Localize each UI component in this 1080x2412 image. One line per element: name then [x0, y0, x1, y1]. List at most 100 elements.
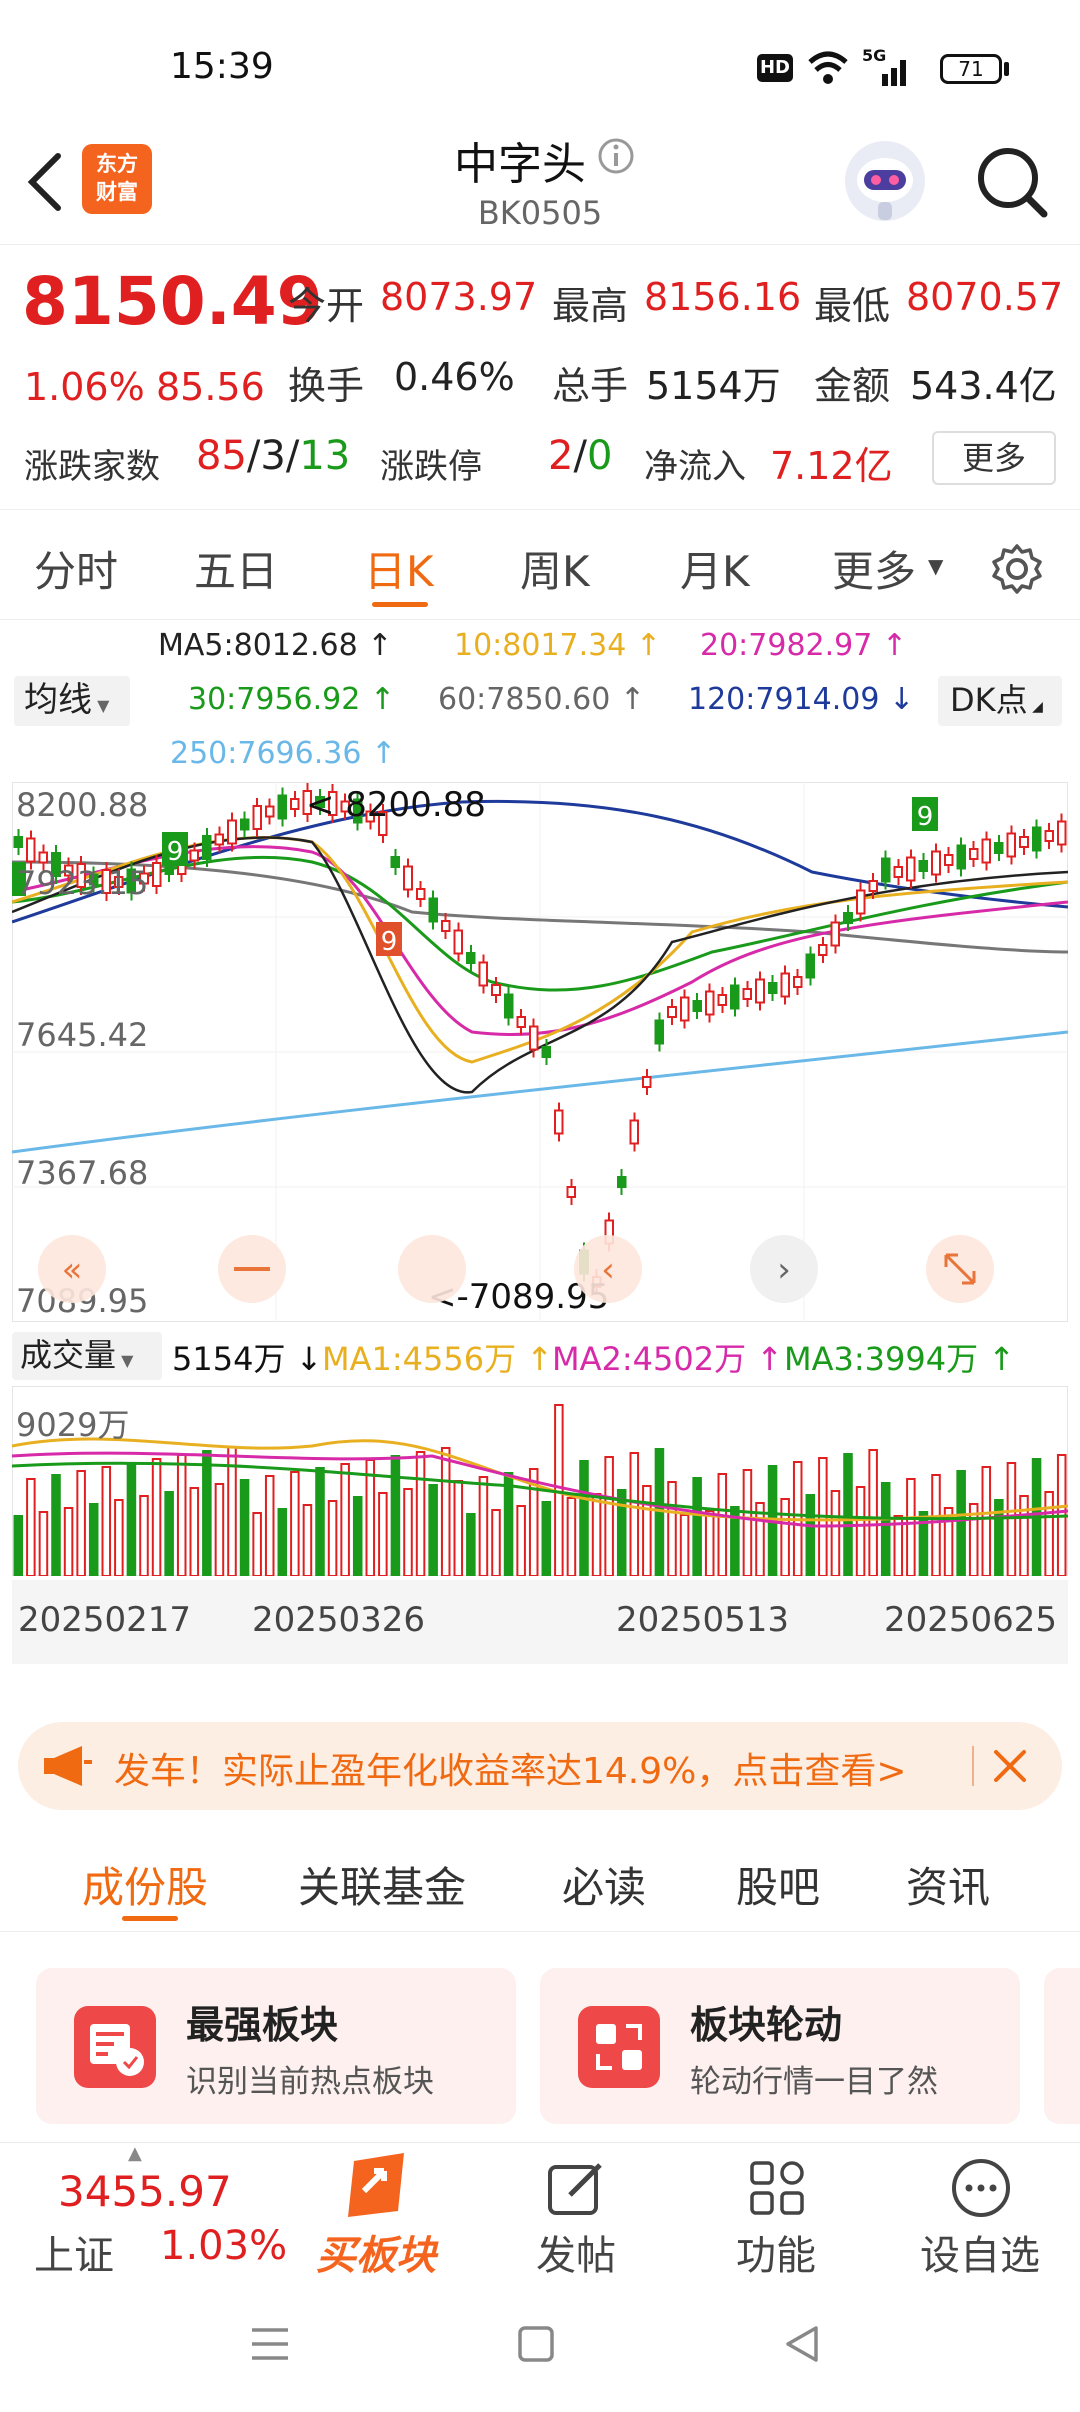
- current-price: 8150.49: [22, 263, 323, 340]
- breadth-flat: 3: [260, 433, 286, 479]
- volume-ma2: MA2:4502万 ↑: [552, 1340, 784, 1378]
- dk-point-toggle[interactable]: DK点 ◢: [938, 676, 1062, 726]
- back-icon[interactable]: [20, 150, 70, 214]
- y-tick-3: 7645.42: [16, 1016, 148, 1054]
- volume-current: 5154万 ↓: [172, 1340, 323, 1378]
- volume-bar: [26, 1478, 36, 1576]
- tab-forum[interactable]: 股吧: [736, 1854, 820, 1915]
- high-label: 最高: [552, 284, 629, 328]
- candle: [1031, 826, 1042, 852]
- candle: [214, 833, 225, 846]
- nav-buy-sector[interactable]: 买板块: [296, 2143, 456, 2283]
- recent-apps-icon[interactable]: [248, 2324, 292, 2364]
- card-title: 最强板块: [186, 2003, 339, 2047]
- date-label-1: 20250217: [18, 1600, 192, 1640]
- candle: [730, 984, 740, 1010]
- battery-tip: [1004, 62, 1009, 76]
- candle: [528, 1025, 539, 1051]
- search-icon[interactable]: [972, 142, 1052, 222]
- tab-five-day[interactable]: 五日: [194, 538, 278, 599]
- content-tabs: 成份股 关联基金 必读 股吧 资讯: [0, 1832, 1080, 1932]
- promo-banner[interactable]: 发车！实际止盈年化收益率达14.9%，点击查看>: [18, 1722, 1062, 1810]
- nav-post-label: 发帖: [536, 2233, 616, 2279]
- nav-post[interactable]: 发帖: [496, 2143, 656, 2283]
- logo-text-1: 东方: [96, 152, 138, 176]
- robot-assistant-icon[interactable]: [842, 136, 928, 226]
- candle: [428, 897, 438, 923]
- ma5-legend: MA5:8012.68 ↑: [158, 628, 393, 663]
- card-partial-next[interactable]: [1044, 1968, 1080, 2124]
- back-nav-icon[interactable]: [782, 2322, 822, 2366]
- volume-bar: [591, 1493, 602, 1576]
- ma250-legend: 250:7696.36 ↑: [170, 736, 397, 771]
- app-logo: 东方 财富: [82, 144, 152, 214]
- candle: [202, 835, 212, 861]
- index-ticker[interactable]: ▲ 3455.97 上证 1.03%: [0, 2143, 300, 2283]
- volume-bar: [415, 1451, 426, 1576]
- tab-weekly-k[interactable]: 周K: [520, 538, 590, 599]
- volume-bar: [440, 1447, 451, 1576]
- tab-must-read[interactable]: 必读: [562, 1854, 646, 1915]
- candle: [453, 929, 464, 955]
- volume-bar: [654, 1448, 665, 1576]
- volume-bar: [390, 1455, 401, 1576]
- volume-bar: [868, 1449, 878, 1576]
- volume-bar: [503, 1472, 514, 1576]
- candle: [290, 797, 300, 810]
- candle: [239, 818, 250, 831]
- nav-functions[interactable]: 功能: [696, 2143, 856, 2283]
- candle: [868, 880, 878, 892]
- candle: [679, 996, 690, 1022]
- page-title: 中字头: [454, 139, 586, 190]
- tab-constituents[interactable]: 成份股: [82, 1854, 208, 1915]
- more-button[interactable]: 更多: [932, 431, 1056, 485]
- tab-news[interactable]: 资讯: [906, 1854, 990, 1915]
- volume-bar: [365, 1459, 376, 1576]
- candle: [717, 994, 728, 1006]
- volume-bar: [352, 1496, 363, 1576]
- volume-bar: [541, 1501, 552, 1576]
- ma120-legend: 120:7914.09 ↓: [688, 682, 915, 717]
- volume-bar: [742, 1469, 753, 1576]
- logo-text-2: 财富: [96, 180, 138, 204]
- compose-icon: [548, 2163, 602, 2215]
- tab-related-funds[interactable]: 关联基金: [298, 1854, 466, 1915]
- ma-selector[interactable]: 均线 ▼: [14, 676, 130, 726]
- volume-value: 5154万: [646, 364, 781, 408]
- candle: [893, 866, 904, 878]
- tab-more[interactable]: 更多: [832, 538, 916, 599]
- card-sector-rotation[interactable]: 板块轮动 轮动行情一目了然: [540, 1968, 1020, 2124]
- close-icon[interactable]: [990, 1746, 1030, 1786]
- volume-bar: [931, 1474, 941, 1576]
- tab-monthly-k[interactable]: 月K: [680, 538, 750, 599]
- settings-gear-icon[interactable]: [990, 542, 1044, 596]
- candle: [264, 805, 275, 818]
- nav-add-watchlist[interactable]: 设自选: [900, 2143, 1060, 2283]
- zoom-in-button: [398, 1235, 466, 1303]
- amount-value: 543.4亿: [910, 364, 1057, 408]
- volume-bar: [855, 1486, 866, 1576]
- home-icon[interactable]: [516, 2324, 556, 2364]
- volume-chart[interactable]: 9029万: [12, 1386, 1068, 1576]
- candle: [516, 1016, 526, 1028]
- open-value: 8073.97: [380, 275, 538, 319]
- candle: [503, 993, 514, 1019]
- candle: [440, 920, 451, 932]
- candle: [931, 850, 941, 876]
- index-value: 3455.97: [58, 2167, 232, 2216]
- card-strongest-sector[interactable]: 最强板块 识别当前热点板块: [36, 1968, 516, 2124]
- info-icon[interactable]: [596, 136, 636, 176]
- volume-bar: [491, 1509, 501, 1576]
- nav-buy-label: 买板块: [316, 2233, 436, 2279]
- clock: 15:39: [170, 46, 274, 87]
- amount-label: 金额: [814, 364, 891, 408]
- volume-selector[interactable]: 成交量 ▼: [12, 1332, 162, 1380]
- price-chart[interactable]: 9 9 9 8200.88 7923.15 7645.42 7367.68 70…: [12, 782, 1068, 1322]
- candle: [742, 988, 753, 1000]
- tab-daily-k[interactable]: 日K: [364, 538, 434, 599]
- candle: [38, 851, 49, 864]
- candle: [906, 856, 916, 882]
- tab-intraday[interactable]: 分时: [34, 538, 118, 599]
- breadth-up: 85: [196, 433, 247, 479]
- volume-bar: [1019, 1495, 1029, 1576]
